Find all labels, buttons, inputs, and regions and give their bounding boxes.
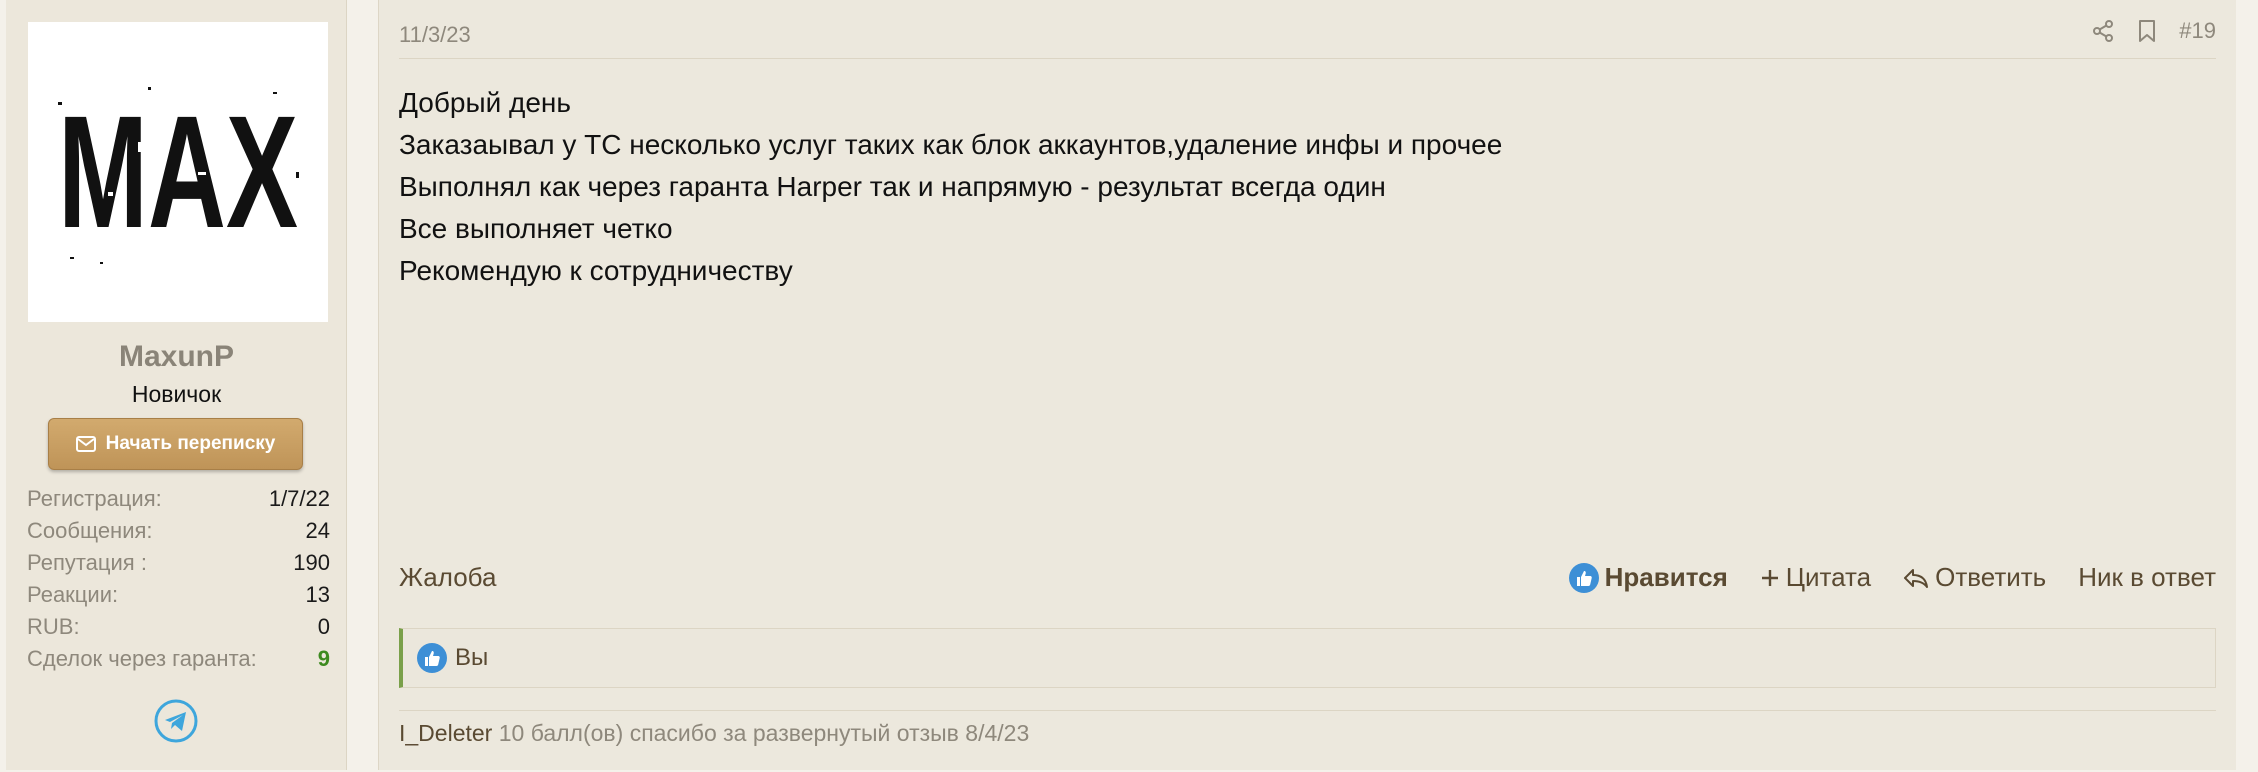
plus-icon — [1761, 569, 1778, 586]
user-stats: Регистрация: 1/7/22 Сообщения: 24 Репута… — [27, 483, 330, 675]
stat-value: 0 — [317, 614, 330, 639]
stat-label: Репутация : — [27, 550, 147, 575]
stat-value: 24 — [305, 518, 330, 543]
post: 11/3/23 #19 Добрый день Заказаывал у ТС … — [378, 0, 2236, 770]
stat-label: Регистрация: — [27, 486, 162, 511]
stat-registration: Регистрация: 1/7/22 — [27, 483, 330, 515]
quote-label: Цитата — [1785, 562, 1872, 592]
thumbs-up-icon — [417, 643, 447, 673]
stat-reactions: Реакции: 13 — [27, 579, 330, 611]
footer-divider — [399, 710, 2216, 711]
stat-label: RUB: — [27, 614, 80, 639]
stat-value: 1/7/22 — [268, 486, 330, 511]
post-line: Заказаывал у ТС несколько услуг таких ка… — [399, 129, 1503, 160]
stat-messages: Сообщения: 24 — [27, 515, 330, 547]
start-conversation-label: Начать переписку — [105, 433, 276, 454]
post-number[interactable]: #19 — [2179, 18, 2216, 44]
nick-reply-label: Ник в ответ — [2078, 562, 2216, 592]
stat-value: 190 — [293, 550, 330, 575]
post-header-actions: #19 — [2091, 18, 2216, 44]
start-conversation-button[interactable]: Начать переписку — [48, 418, 303, 470]
envelope-icon — [75, 436, 96, 452]
stat-value[interactable]: 9 — [318, 643, 330, 675]
share-icon[interactable] — [2091, 19, 2115, 43]
like-button[interactable]: Нравится — [1568, 562, 1728, 593]
bookmark-icon[interactable] — [2137, 19, 2157, 43]
reply-button[interactable]: Ответить — [1903, 562, 2046, 593]
user-panel: MAX MaxunP Новичок Начать переписку Реги… — [6, 0, 347, 770]
post-actions: Нравится Цитата Ответить Ник в ответ — [1568, 562, 2216, 593]
post-line: Выполнял как через гаранта Harper так и … — [399, 171, 1386, 202]
stat-value: 13 — [305, 582, 330, 607]
header-divider — [399, 58, 2216, 59]
reply-label: Ответить — [1935, 562, 2047, 592]
stat-reputation: Репутация : 190 — [27, 547, 330, 579]
nick-reply-button[interactable]: Ник в ответ — [2078, 562, 2216, 593]
stat-rub: RUB: 0 — [27, 611, 330, 643]
stat-label: Реакции: — [27, 582, 119, 607]
telegram-icon[interactable] — [153, 698, 199, 744]
stat-label: Сообщения: — [27, 518, 153, 543]
post-date[interactable]: 11/3/23 — [399, 22, 471, 48]
stat-escrow-deals: Сделок через гаранта: 9 — [27, 643, 330, 675]
report-link[interactable]: Жалоба — [399, 562, 496, 593]
avatar-logo: MAX — [58, 82, 299, 264]
post-body: Добрый день Заказаывал у ТС несколько ус… — [399, 82, 1502, 292]
quote-button[interactable]: Цитата — [1760, 562, 1871, 593]
like-label: Нравится — [1604, 562, 1728, 592]
post-line: Рекомендую к сотрудничеству — [399, 255, 793, 286]
user-title: Новичок — [131, 381, 222, 407]
reputation-user-link[interactable]: I_Deleter — [399, 720, 492, 746]
username[interactable]: MaxunP — [6, 340, 347, 374]
avatar[interactable]: MAX — [28, 22, 328, 322]
reactions-users[interactable]: Вы — [455, 644, 488, 672]
svg-text:MAX: MAX — [58, 82, 298, 261]
reputation-note: I_Deleter 10 балл(ов) спасибо за разверн… — [399, 720, 1029, 747]
reactions-bar[interactable]: Вы — [399, 628, 2216, 688]
post-line: Добрый день — [399, 87, 571, 118]
reply-icon — [1904, 568, 1929, 588]
reputation-text: 10 балл(ов) спасибо за развернутый отзыв… — [498, 720, 1030, 746]
post-line: Все выполняет четко — [399, 213, 673, 244]
stat-label: Сделок через гаранта: — [27, 646, 257, 671]
thumbs-up-icon — [1568, 562, 1599, 593]
